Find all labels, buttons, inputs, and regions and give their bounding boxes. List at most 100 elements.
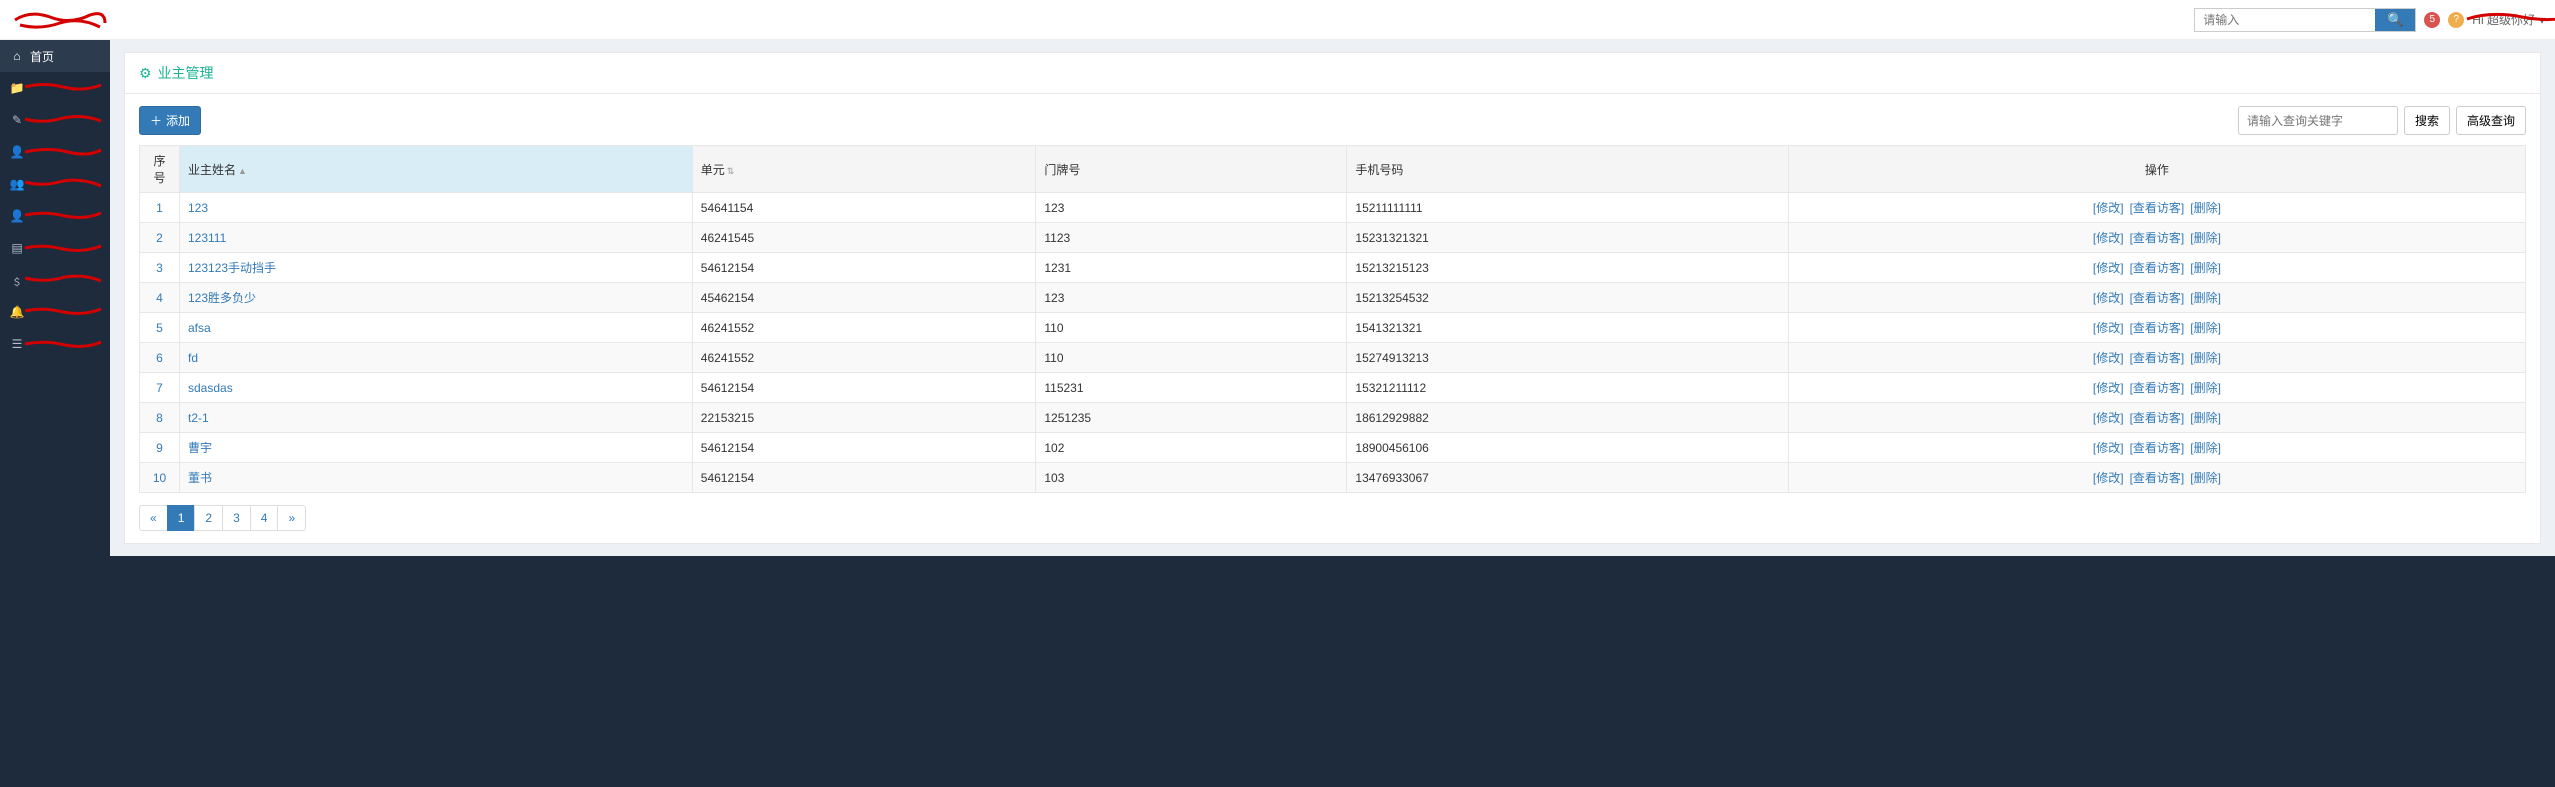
delete-link[interactable]: [删除] — [2190, 471, 2221, 485]
cell-name: 123胜多负少 — [180, 283, 693, 313]
view-link[interactable]: [查看访客] — [2130, 411, 2185, 425]
name-link[interactable]: 123111 — [188, 231, 226, 245]
view-link[interactable]: [查看访客] — [2130, 471, 2185, 485]
cell-ops: [修改] [查看访客] [删除] — [1788, 373, 2525, 403]
sidebar-item-1[interactable]: 📁 — [0, 72, 110, 104]
view-link[interactable]: [查看访客] — [2130, 351, 2185, 365]
notif-badge-red[interactable]: 5 — [2424, 12, 2440, 28]
edit-link[interactable]: [修改] — [2093, 231, 2124, 245]
cell-ops: [修改] [查看访客] [删除] — [1788, 223, 2525, 253]
logo — [10, 5, 110, 35]
adv-search-button[interactable]: 高级查询 — [2456, 106, 2526, 135]
edit-link[interactable]: [修改] — [2093, 411, 2124, 425]
view-link[interactable]: [查看访客] — [2130, 381, 2185, 395]
page-2[interactable]: 2 — [194, 505, 223, 531]
delete-link[interactable]: [删除] — [2190, 351, 2221, 365]
cell-idx: 6 — [140, 343, 180, 373]
th-unit[interactable]: 单元⇅ — [692, 146, 1036, 193]
cell-phone: 1541321321 — [1347, 313, 1788, 343]
main: ⚙ 业主管理 ＋ 添加 搜索 高级查询 — [110, 40, 2555, 556]
cell-idx: 5 — [140, 313, 180, 343]
sidebar-item-3[interactable]: 👤 — [0, 136, 110, 168]
edit-link[interactable]: [修改] — [2093, 291, 2124, 305]
sidebar-item-2[interactable]: ✎ — [0, 104, 110, 136]
th-door[interactable]: 门牌号 — [1036, 146, 1347, 193]
cell-name: 123111 — [180, 223, 693, 253]
search-input[interactable] — [2238, 106, 2398, 135]
topbar: 🔍 5 ? Hi 超级你好 ▾ — [0, 0, 2555, 40]
cell-unit: 46241552 — [692, 313, 1036, 343]
page-1[interactable]: 1 — [167, 505, 196, 531]
cell-unit: 46241545 — [692, 223, 1036, 253]
cell-ops: [修改] [查看访客] [删除] — [1788, 403, 2525, 433]
sidebar-item-9[interactable]: ☰ — [0, 328, 110, 360]
user-menu[interactable]: Hi 超级你好 ▾ — [2472, 11, 2545, 28]
page-3[interactable]: 3 — [222, 505, 251, 531]
gears-icon: ⚙ — [139, 65, 152, 82]
edit-link[interactable]: [修改] — [2093, 261, 2124, 275]
view-link[interactable]: [查看访客] — [2130, 291, 2185, 305]
sidebar-item-7[interactable]: ﹩ — [0, 264, 110, 296]
cell-door: 103 — [1036, 463, 1347, 493]
footer-space — [0, 556, 2555, 676]
view-link[interactable]: [查看访客] — [2130, 201, 2185, 215]
table-row: 5afsa462415521101541321321[修改][查看访客][删除] — [140, 313, 2526, 343]
table-row: 10董书5461215410313476933067[修改][查看访客][删除] — [140, 463, 2526, 493]
delete-link[interactable]: [删除] — [2190, 411, 2221, 425]
name-link[interactable]: sdasdas — [188, 381, 233, 395]
edit-link[interactable]: [修改] — [2093, 321, 2124, 335]
page-prev[interactable]: « — [139, 505, 168, 531]
view-link[interactable]: [查看访客] — [2130, 261, 2185, 275]
name-link[interactable]: fd — [188, 351, 198, 365]
cell-phone: 15231321321 — [1347, 223, 1788, 253]
delete-link[interactable]: [删除] — [2190, 381, 2221, 395]
global-search-button[interactable]: 🔍 — [2375, 9, 2415, 31]
delete-link[interactable]: [删除] — [2190, 201, 2221, 215]
name-link[interactable]: 123 — [188, 201, 208, 215]
edit-link[interactable]: [修改] — [2093, 441, 2124, 455]
th-idx[interactable]: 序号 — [140, 146, 180, 193]
cell-ops: [修改] [查看访客] [删除] — [1788, 433, 2525, 463]
view-link[interactable]: [查看访客] — [2130, 231, 2185, 245]
sidebar-item-8[interactable]: 🔔 — [0, 296, 110, 328]
th-name[interactable]: 业主姓名▲ — [180, 146, 693, 193]
view-link[interactable]: [查看访客] — [2130, 441, 2185, 455]
delete-link[interactable]: [删除] — [2190, 231, 2221, 245]
page-next[interactable]: » — [277, 505, 306, 531]
delete-link[interactable]: [删除] — [2190, 441, 2221, 455]
name-link[interactable]: 董书 — [188, 471, 212, 485]
name-link[interactable]: afsa — [188, 321, 211, 335]
delete-link[interactable]: [删除] — [2190, 291, 2221, 305]
view-link[interactable]: [查看访客] — [2130, 321, 2185, 335]
toolbar: ＋ 添加 搜索 高级查询 — [139, 106, 2526, 135]
cell-phone: 15213215123 — [1347, 253, 1788, 283]
search-button[interactable]: 搜索 — [2404, 106, 2450, 135]
cell-door: 115231 — [1036, 373, 1347, 403]
top-right: 🔍 5 ? Hi 超级你好 ▾ — [2194, 8, 2545, 32]
sidebar-item-5[interactable]: 👤 — [0, 200, 110, 232]
global-search-input[interactable] — [2195, 9, 2375, 31]
cell-idx: 2 — [140, 223, 180, 253]
sidebar-item-home[interactable]: ⌂ 首页 — [0, 40, 110, 72]
delete-link[interactable]: [删除] — [2190, 261, 2221, 275]
name-link[interactable]: 123123手动挡手 — [188, 261, 276, 275]
page-4[interactable]: 4 — [250, 505, 279, 531]
cell-name: 123 — [180, 193, 693, 223]
sidebar-item-6[interactable]: ▤ — [0, 232, 110, 264]
edit-link[interactable]: [修改] — [2093, 381, 2124, 395]
sidebar-item-4[interactable]: 👥 — [0, 168, 110, 200]
cell-ops: [修改] [查看访客] [删除] — [1788, 253, 2525, 283]
global-search: 🔍 — [2194, 8, 2416, 32]
add-button[interactable]: ＋ 添加 — [139, 106, 201, 135]
cell-idx: 8 — [140, 403, 180, 433]
cell-phone: 15211111111 — [1347, 193, 1788, 223]
name-link[interactable]: 曹宇 — [188, 441, 212, 455]
name-link[interactable]: t2-1 — [188, 411, 209, 425]
edit-link[interactable]: [修改] — [2093, 471, 2124, 485]
delete-link[interactable]: [删除] — [2190, 321, 2221, 335]
th-phone[interactable]: 手机号码 — [1347, 146, 1788, 193]
data-table: 序号 业主姓名▲ 单元⇅ 门牌号 手机号码 操作 112354641154123… — [139, 145, 2526, 493]
edit-link[interactable]: [修改] — [2093, 351, 2124, 365]
edit-link[interactable]: [修改] — [2093, 201, 2124, 215]
name-link[interactable]: 123胜多负少 — [188, 291, 256, 305]
